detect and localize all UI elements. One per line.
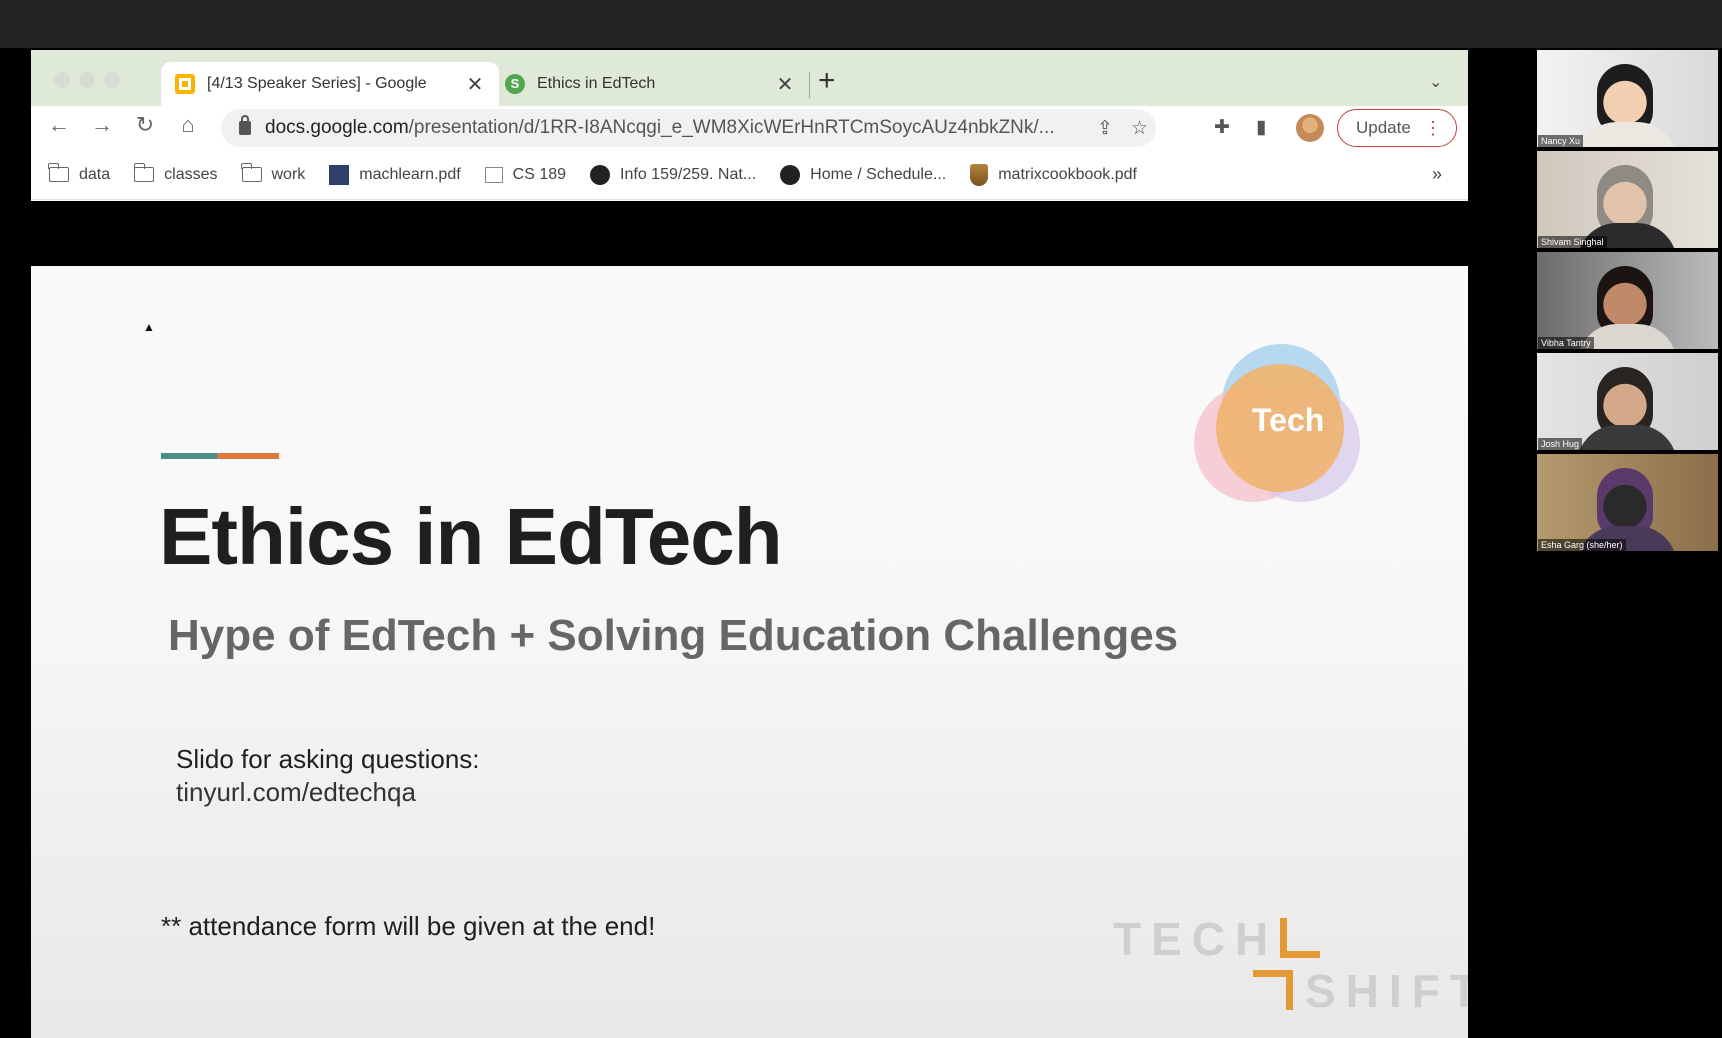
participant-video-strip: Nancy Xu Shivam Singhal Vibha Tantry Jos… bbox=[1537, 50, 1718, 555]
back-arrow-icon[interactable]: ← bbox=[45, 112, 73, 138]
title-accent-bar bbox=[161, 453, 279, 459]
globe-icon bbox=[780, 164, 801, 185]
bookmark-data[interactable]: data bbox=[48, 163, 111, 184]
bookmark-cs189[interactable]: CS 189 bbox=[484, 165, 567, 184]
side-panel-icon[interactable]: ▮ bbox=[1256, 116, 1266, 139]
folder-icon bbox=[48, 163, 69, 182]
participant-name: Esha Garg (she/her) bbox=[1538, 539, 1626, 551]
slide-canvas: ▲ Ethics in EdTech Hype of EdTech + Solv… bbox=[31, 266, 1468, 1038]
participant-name: Josh Hug bbox=[1538, 438, 1583, 450]
brand-bracket bbox=[1286, 970, 1293, 1010]
window-close-dot[interactable] bbox=[54, 72, 70, 88]
participant-tile[interactable]: Esha Garg (she/her) bbox=[1537, 454, 1718, 551]
bookmark-label: classes bbox=[164, 165, 218, 183]
bookmark-label: Home / Schedule... bbox=[810, 165, 947, 183]
bookmark-machlearn[interactable]: machlearn.pdf bbox=[329, 164, 461, 185]
profile-avatar[interactable] bbox=[1296, 114, 1324, 142]
participant-tile[interactable]: Vibha Tantry bbox=[1537, 252, 1718, 349]
attendance-note: ** attendance form will be given at the … bbox=[161, 911, 656, 941]
participant-name: Shivam Singhal bbox=[1538, 236, 1607, 248]
brand-bracket bbox=[1280, 951, 1320, 958]
pdf-thumbnail-icon bbox=[329, 164, 350, 185]
bookmarks-bar: data classes work machlearn.pdf CS 189 I… bbox=[31, 150, 1468, 200]
participant-name: Nancy Xu bbox=[1538, 135, 1584, 147]
bookmark-matrixcookbook[interactable]: matrixcookbook.pdf bbox=[970, 163, 1137, 186]
page-icon bbox=[484, 166, 503, 183]
bookmark-label: work bbox=[271, 165, 306, 183]
forward-arrow-icon[interactable]: → bbox=[88, 112, 116, 138]
bookmark-classes[interactable]: classes bbox=[133, 163, 218, 184]
lock-icon[interactable] bbox=[239, 115, 251, 135]
bookmark-work[interactable]: work bbox=[240, 163, 306, 184]
reload-icon[interactable]: ↻ bbox=[131, 112, 159, 138]
url-text[interactable]: docs.google.com/presentation/d/1RR-I8ANc… bbox=[265, 117, 1085, 139]
bookmark-label: Info 159/259. Nat... bbox=[620, 165, 757, 183]
window-minimize-dot[interactable] bbox=[79, 72, 95, 88]
folder-icon bbox=[240, 163, 262, 182]
update-button[interactable]: Update ⋮ bbox=[1337, 109, 1457, 147]
bookmark-info159[interactable]: Info 159/259. Nat... bbox=[590, 164, 757, 185]
extensions-puzzle-icon[interactable]: ✚ bbox=[1214, 116, 1230, 139]
bookmark-label: matrixcookbook.pdf bbox=[998, 165, 1137, 183]
close-icon[interactable]: ✕ bbox=[465, 72, 485, 97]
slido-link: tinyurl.com/edtechqa bbox=[176, 777, 416, 807]
participant-name: Vibha Tantry bbox=[1538, 337, 1594, 349]
close-icon[interactable]: ✕ bbox=[775, 72, 795, 97]
tech-badge-logo: Tech bbox=[1194, 344, 1374, 504]
slide-subtitle: Hype of EdTech + Solving Education Chall… bbox=[168, 611, 1179, 660]
google-slides-icon bbox=[175, 74, 195, 94]
globe-icon bbox=[590, 164, 611, 185]
presentation-letterbox bbox=[31, 201, 1468, 266]
bookmark-star-icon[interactable]: ☆ bbox=[1131, 117, 1148, 140]
slido-instruction: Slido for asking questions: bbox=[176, 744, 480, 774]
tab-search-chevron-icon[interactable]: ⌄ bbox=[1429, 72, 1442, 92]
bookmark-home-schedule[interactable]: Home / Schedule... bbox=[780, 164, 947, 185]
navigation-toolbar: ← → ↻ ⌂ docs.google.com/presentation/d/1… bbox=[31, 106, 1468, 150]
window-zoom-dot[interactable] bbox=[104, 72, 120, 88]
folder-icon bbox=[133, 163, 155, 182]
url-path: /presentation/d/1RR-I8ANcqgi_e_WM8XicWEr… bbox=[408, 117, 1055, 138]
participant-tile[interactable]: Shivam Singhal bbox=[1537, 151, 1718, 248]
update-label: Update bbox=[1356, 118, 1411, 137]
logo-text: Tech bbox=[1252, 402, 1325, 438]
bookmarks-overflow-button[interactable]: » bbox=[1432, 164, 1442, 185]
address-bar[interactable]: docs.google.com/presentation/d/1RR-I8ANc… bbox=[221, 109, 1156, 147]
browser-window: [4/13 Speaker Series] - Google ✕ S Ethic… bbox=[31, 50, 1468, 1038]
new-tab-button[interactable]: + bbox=[818, 66, 836, 96]
tab-strip: [4/13 Speaker Series] - Google ✕ S Ethic… bbox=[31, 50, 1468, 106]
participant-tile[interactable]: Josh Hug bbox=[1537, 353, 1718, 450]
techshift-logo: TECH SHIFT bbox=[1113, 913, 1468, 1028]
home-icon[interactable]: ⌂ bbox=[174, 112, 202, 138]
url-host: docs.google.com bbox=[265, 117, 409, 138]
crest-icon bbox=[970, 163, 989, 186]
more-menu-icon[interactable]: ⋮ bbox=[1424, 118, 1442, 139]
top-title-bar bbox=[0, 0, 1722, 48]
brand-word-tech: TECH bbox=[1113, 913, 1279, 965]
bookmark-label: machlearn.pdf bbox=[359, 165, 461, 183]
brand-word-shift: SHIFT bbox=[1305, 965, 1468, 1017]
tab-title: Ethics in EdTech bbox=[537, 75, 656, 92]
bookmark-label: CS 189 bbox=[512, 165, 567, 183]
slide-title: Ethics in EdTech bbox=[159, 492, 783, 581]
mouse-cursor-icon: ▲ bbox=[143, 320, 155, 334]
tab-title: [4/13 Speaker Series] - Google bbox=[207, 75, 427, 92]
slido-icon: S bbox=[505, 74, 525, 94]
bookmark-label: data bbox=[79, 165, 111, 183]
share-icon[interactable]: ⇪ bbox=[1097, 117, 1113, 140]
participant-tile[interactable]: Nancy Xu bbox=[1537, 50, 1718, 147]
tab-divider bbox=[809, 72, 810, 98]
tab-ethics-in-edtech[interactable]: S Ethics in EdTech ✕ bbox=[491, 62, 809, 106]
tab-speaker-series[interactable]: [4/13 Speaker Series] - Google ✕ bbox=[161, 62, 499, 106]
